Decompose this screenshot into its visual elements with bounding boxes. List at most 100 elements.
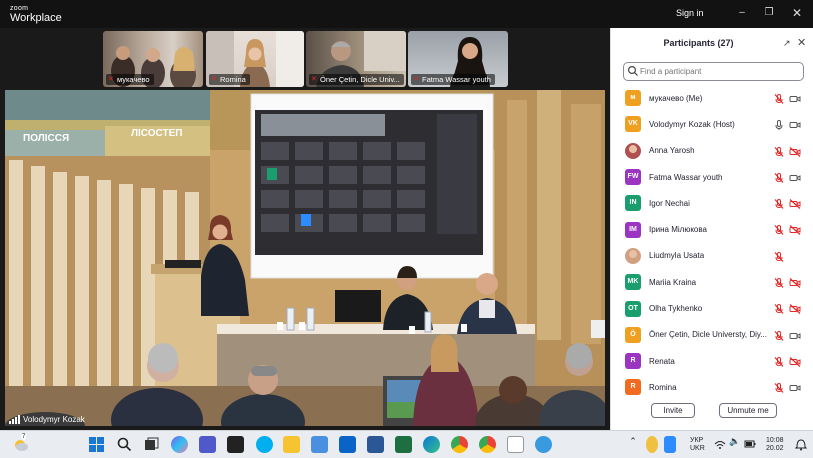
video-stage: ✕ мукачево ✕ Romina ✕ Öner Çetin, Dicle Uni… [0, 28, 610, 430]
language-bottom: UKR [690, 445, 705, 452]
chevron-up-icon[interactable]: ⌃ [628, 436, 638, 453]
participant-name: мукачево (Me) [649, 93, 703, 103]
participant-row[interactable]: FW Fatma Wassar youth [611, 164, 813, 190]
weather-icon[interactable]: 7 [12, 434, 29, 453]
participant-name: Mariia Kraina [649, 277, 697, 287]
start-icon[interactable] [88, 436, 105, 453]
participant-row[interactable]: R Renata [611, 348, 813, 374]
microphone-muted-icon[interactable] [773, 250, 785, 262]
video-camera-icon[interactable] [789, 118, 801, 130]
video-camera-off-icon[interactable] [789, 302, 801, 315]
microphone-muted-icon[interactable] [773, 355, 785, 367]
invite-button[interactable]: Invite [651, 403, 695, 418]
mic-muted-icon: ✕ [311, 76, 317, 83]
thumbnail-label: ✕ Romina [209, 74, 250, 85]
video-camera-off-icon[interactable] [789, 197, 801, 210]
microphone-muted-icon[interactable] [773, 171, 785, 183]
microphone-muted-icon[interactable] [773, 197, 785, 210]
clock-time: 10:08 [766, 437, 784, 444]
participant-name: Liudmyla Usata [649, 251, 705, 261]
mic-muted-icon: ✕ [413, 76, 419, 83]
video-thumbnail-fatma-wassar[interactable]: ✕ Fatma Wassar youth [408, 31, 508, 87]
copilot-icon[interactable] [171, 436, 188, 453]
participant-row[interactable]: м мукачево (Me) [611, 85, 813, 111]
video-thumbnail-romina[interactable]: ✕ Romina [206, 31, 304, 87]
video-camera-icon[interactable] [789, 171, 801, 183]
maximize-button[interactable]: ❐ [759, 5, 779, 21]
participant-row[interactable]: OT Olha Tykhenko [611, 295, 813, 321]
clock[interactable]: 10:08 20.02 [766, 437, 784, 453]
task-view-icon[interactable] [143, 436, 160, 453]
main-speaker-video[interactable]: ПОЛІССЯ ЛІСОСТЕП Volodymyr Kozak [5, 90, 605, 426]
close-window-button[interactable]: ✕ [787, 5, 807, 21]
sign-in-button[interactable]: Sign in [676, 8, 704, 18]
thumbnail-label: ✕ Öner Çetin, Dicle Univ... [309, 74, 404, 85]
video-camera-icon[interactable] [789, 329, 801, 341]
participant-name: Renata [649, 356, 675, 366]
participant-row[interactable]: Liudmyla Usata [611, 243, 813, 269]
participant-row[interactable]: Anna Yarosh [611, 138, 813, 164]
video-thumbnail-mukachevo[interactable]: ✕ мукачево [103, 31, 203, 87]
participant-name: Ірина Мілюкова [649, 225, 707, 235]
participant-row[interactable]: MK Mariia Kraina [611, 269, 813, 295]
minimize-button[interactable]: – [732, 5, 752, 21]
word-icon[interactable] [367, 436, 384, 453]
participant-avatar: OT [625, 300, 641, 317]
video-camera-off-icon[interactable] [789, 276, 801, 289]
participant-avatar: VK [625, 116, 641, 133]
microphone-icon[interactable] [773, 118, 785, 131]
taskbar-search-icon[interactable] [116, 436, 133, 453]
video-camera-off-icon[interactable] [789, 223, 801, 236]
tray-app-icon[interactable] [646, 436, 658, 453]
store-icon[interactable] [311, 436, 328, 453]
find-participant-input[interactable] [623, 62, 804, 81]
file-explorer-icon[interactable] [283, 436, 300, 453]
microphone-muted-icon[interactable] [773, 223, 785, 236]
unmute-me-button[interactable]: Unmute me [719, 403, 777, 418]
participant-name: Igor Nechai [649, 198, 690, 208]
chrome-profile-icon[interactable] [479, 436, 496, 453]
mail-icon[interactable] [339, 436, 356, 453]
microphone-muted-icon[interactable] [773, 302, 785, 315]
participant-row[interactable]: R Romina [611, 374, 813, 400]
video-camera-off-icon[interactable] [789, 145, 801, 157]
participant-avatar: Ö [625, 326, 641, 343]
edge-icon[interactable] [423, 436, 440, 453]
wifi-icon[interactable] [714, 436, 726, 453]
zoom-workplace-logo: zoom Workplace [10, 5, 62, 24]
zoom-document-icon[interactable] [507, 436, 524, 453]
language-indicator[interactable]: УКР UKR [690, 437, 705, 453]
speaker-icon[interactable]: 🔈 [729, 436, 741, 453]
participant-row[interactable]: VK Volodymyr Kozak (Host) [611, 111, 813, 137]
video-camera-icon[interactable] [789, 381, 801, 393]
microphone-muted-icon[interactable] [773, 329, 785, 341]
participant-list: м мукачево (Me) VK Volodymyr Kozak (Host) An… [611, 85, 813, 401]
microphone-muted-icon[interactable] [773, 276, 785, 288]
close-icon[interactable]: ✕ [797, 36, 806, 49]
teams-icon[interactable] [199, 436, 216, 453]
skype-icon[interactable] [256, 436, 273, 453]
search-icon [627, 65, 638, 76]
microphone-muted-icon[interactable] [773, 145, 785, 157]
video-camera-icon[interactable] [789, 92, 801, 104]
participant-name: Volodymyr Kozak (Host) [649, 119, 735, 129]
participant-name: Olha Tykhenko [649, 304, 703, 314]
network-app-icon[interactable] [535, 436, 552, 453]
chrome-icon[interactable] [451, 436, 468, 453]
participant-name: Romina [649, 382, 677, 392]
notification-bell-icon[interactable] [794, 436, 808, 453]
participant-row[interactable]: Ö Öner Çetin, Dicle Universty, Diy... [611, 322, 813, 348]
video-thumbnail-oner-cetin[interactable]: ✕ Öner Çetin, Dicle Univ... [306, 31, 406, 87]
media-app-icon[interactable] [227, 436, 244, 453]
microphone-muted-icon[interactable] [773, 381, 785, 394]
participant-row[interactable]: ІМ Ірина Мілюкова [611, 216, 813, 242]
video-camera-off-icon[interactable] [789, 355, 801, 367]
participants-panel: Participants (27) ↗ ✕ м мукачево (Me) VK Vo… [610, 28, 813, 430]
microphone-muted-icon[interactable] [773, 92, 785, 104]
excel-icon[interactable] [395, 436, 412, 453]
participant-row[interactable]: IN Igor Nechai [611, 190, 813, 216]
pop-out-icon[interactable]: ↗ [783, 38, 791, 49]
zoom-tray-icon[interactable] [664, 436, 676, 453]
battery-icon[interactable] [744, 436, 756, 453]
participant-avatar: IN [625, 195, 641, 212]
